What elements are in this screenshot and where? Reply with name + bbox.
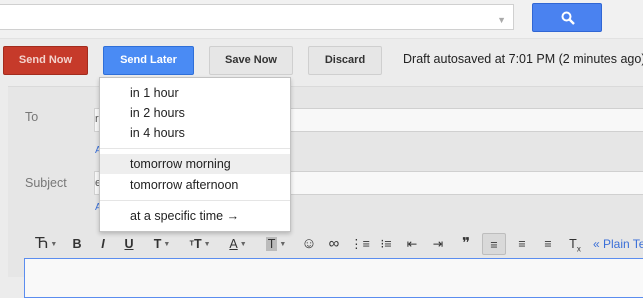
numbered-list-button[interactable]: ⋮≡ (350, 233, 370, 255)
link-icon: ∞ (328, 235, 340, 252)
formatting-toolbar: Ћ ▼ B I U T ▼ ᵀT ▼ A ▼ T ▼ ☺ ∞ ⋮≡ ⁝≡ ⇤ ⇥ ❞ ≡ … (8, 233, 643, 261)
font-family-button[interactable]: Ћ ▼ (28, 233, 64, 255)
indent-more-icon: ⇥ (432, 237, 444, 251)
menu-item-in-2-hours[interactable]: in 2 hours (100, 103, 290, 123)
align-right-button[interactable]: ≡ (538, 233, 558, 255)
link-button[interactable]: ∞ (324, 233, 344, 255)
indent-more-button[interactable]: ⇥ (428, 233, 448, 255)
emoji-button[interactable]: ☺ (300, 233, 318, 255)
quote-icon: ❞ (461, 235, 471, 252)
menu-item-in-4-hours[interactable]: in 4 hours (100, 123, 290, 143)
align-center-icon: ≡ (518, 237, 526, 251)
align-center-button[interactable]: ≡ (512, 233, 532, 255)
send-now-button[interactable]: Send Now (3, 46, 88, 75)
bulleted-list-icon: ⁝≡ (380, 237, 392, 251)
menu-divider (100, 200, 290, 201)
send-later-button[interactable]: Send Later (103, 46, 194, 75)
italic-icon: I (101, 237, 105, 251)
italic-button[interactable]: I (94, 233, 112, 255)
text-size-icon: ᵀT (189, 237, 202, 251)
indent-less-icon: ⇤ (406, 237, 418, 251)
to-label: To (25, 110, 39, 124)
top-search-bar: ▼ (0, 0, 643, 39)
bulleted-list-button[interactable]: ⁝≡ (376, 233, 396, 255)
indent-less-button[interactable]: ⇤ (402, 233, 422, 255)
remove-formatting-button[interactable]: Tx (564, 233, 586, 255)
highlight-color-button[interactable]: T ▼ (260, 233, 292, 255)
send-later-menu: in 1 hour in 2 hours in 4 hours tomorrow… (99, 77, 291, 232)
underline-icon: U (124, 237, 134, 251)
menu-item-tomorrow-afternoon[interactable]: tomorrow afternoon (100, 175, 290, 195)
discard-button[interactable]: Discard (308, 46, 382, 75)
bold-icon: B (72, 237, 82, 251)
remove-formatting-icon: Tx (569, 237, 581, 254)
subject-label: Subject (25, 176, 67, 190)
font-size-icon: T (153, 237, 162, 251)
underline-button[interactable]: U (120, 233, 138, 255)
search-button[interactable] (532, 3, 602, 32)
message-body[interactable] (24, 258, 643, 298)
plain-text-link[interactable]: « Plain Text (593, 233, 643, 255)
bold-button[interactable]: B (68, 233, 86, 255)
font-size-button[interactable]: T ▼ (148, 233, 176, 255)
text-size-button[interactable]: ᵀT ▼ (184, 233, 216, 255)
font-family-icon: Ћ (34, 235, 49, 252)
chevron-down-icon[interactable]: ▼ (497, 15, 506, 25)
highlight-color-icon: T (265, 237, 278, 251)
quote-button[interactable]: ❞ (456, 233, 476, 255)
search-icon (561, 11, 575, 25)
search-input[interactable]: ▼ (0, 4, 514, 30)
text-color-button[interactable]: A ▼ (222, 233, 254, 255)
emoji-icon: ☺ (301, 235, 317, 252)
autosave-status: Draft autosaved at 7:01 PM (2 minutes ag… (403, 52, 643, 66)
align-left-icon: ≡ (490, 238, 498, 252)
numbered-list-icon: ⋮≡ (350, 237, 370, 251)
menu-item-specific-time[interactable]: at a specific time → (100, 206, 290, 226)
menu-item-tomorrow-morning[interactable]: tomorrow morning (100, 154, 290, 174)
menu-item-in-1-hour[interactable]: in 1 hour (100, 83, 290, 103)
compose-toolbar: Send Now Send Later Save Now Discard Dra… (0, 38, 643, 86)
align-left-button[interactable]: ≡ (482, 233, 506, 255)
save-now-button[interactable]: Save Now (209, 46, 293, 75)
align-right-icon: ≡ (544, 237, 552, 251)
menu-divider (100, 148, 290, 149)
text-color-icon: A (229, 237, 238, 251)
